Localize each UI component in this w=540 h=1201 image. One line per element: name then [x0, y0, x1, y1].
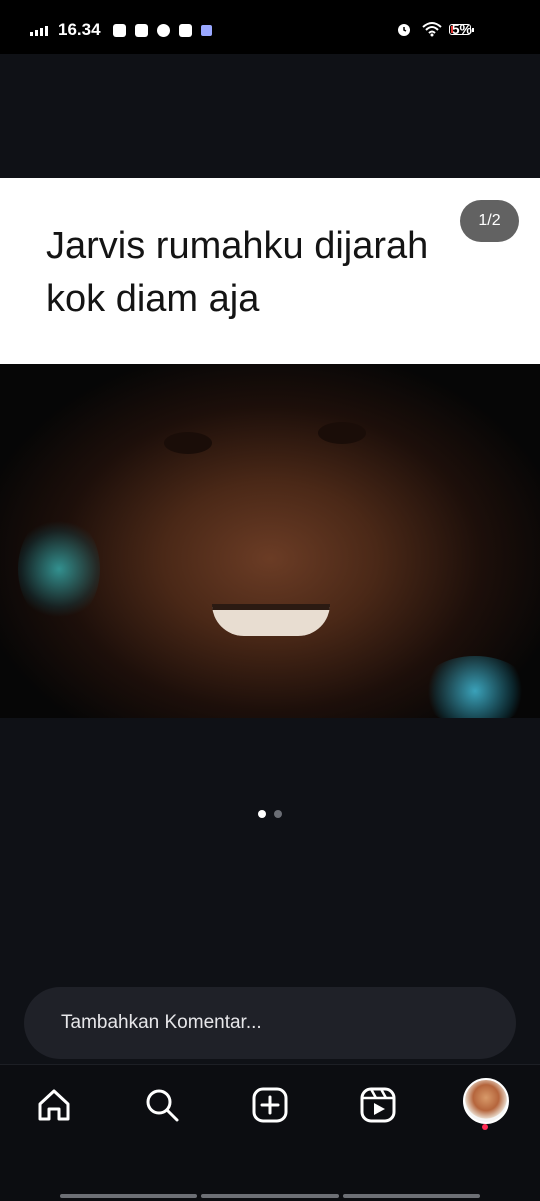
carousel-counter: 1/2 — [460, 200, 519, 242]
battery-level — [451, 26, 453, 33]
alarm-icon — [397, 24, 410, 36]
signal-icon — [30, 24, 48, 36]
status-left: 16.34 — [30, 20, 215, 40]
nav-search[interactable] — [142, 1085, 182, 1125]
photo-glow-left — [18, 514, 100, 624]
notification-badge — [482, 1124, 488, 1130]
nav-create[interactable] — [250, 1085, 290, 1125]
status-bar: 16.34 5% — [0, 0, 540, 54]
app-icon — [200, 24, 212, 36]
battery-icon — [449, 24, 474, 35]
bottom-nav — [0, 1064, 540, 1201]
youtube-icon — [112, 23, 126, 37]
nav-home[interactable] — [34, 1085, 74, 1125]
gesture-bar — [60, 1194, 480, 1198]
gmail-icon — [134, 23, 148, 37]
photo-mouth — [212, 604, 330, 636]
post-media[interactable]: Jarvis rumahku dijarah kok diam aja 1/2 — [0, 178, 540, 718]
photo-eye-left — [164, 432, 212, 454]
post-caption: Jarvis rumahku dijarah kok diam aja — [46, 225, 429, 320]
carousel-dot-2 — [274, 810, 282, 818]
search-icon — [146, 1089, 179, 1122]
photo-eye-right — [318, 422, 366, 444]
post-photo — [0, 364, 540, 718]
carousel-dots — [0, 810, 540, 820]
comment-input[interactable]: Tambahkan Komentar... — [24, 987, 516, 1059]
reels-icon — [360, 1087, 396, 1123]
home-icon — [38, 1089, 70, 1121]
create-icon — [252, 1087, 288, 1123]
profile-avatar[interactable] — [463, 1078, 509, 1124]
wifi-icon — [422, 22, 442, 37]
messenger-icon — [156, 23, 170, 37]
facebook-icon — [178, 23, 192, 37]
status-time: 16.34 — [58, 20, 101, 39]
caption-box: Jarvis rumahku dijarah kok diam aja 1/2 — [0, 178, 540, 364]
photo-glow-right — [420, 656, 530, 718]
nav-reels[interactable] — [358, 1085, 398, 1125]
carousel-dot-1 — [258, 810, 266, 818]
